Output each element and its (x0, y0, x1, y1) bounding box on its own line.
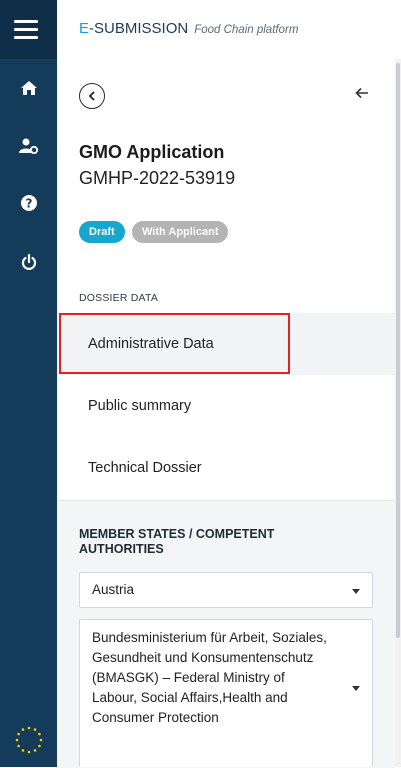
authority-select[interactable]: Bundesministerium für Arbeit, Soziales, … (79, 619, 373, 767)
brand-prefix: E (79, 20, 90, 37)
menu-icon (14, 20, 38, 44)
status-badge-with-applicant: With Applicant (132, 221, 229, 243)
top-header: E-SUBMISSION Food Chain platform (57, 0, 401, 60)
brand-name: -SUBMISSION (89, 20, 189, 37)
arrow-left-icon[interactable] (355, 87, 369, 99)
brand-tagline: Food Chain platform (194, 24, 299, 36)
power-icon[interactable] (0, 254, 57, 271)
chevron-left-icon (88, 91, 95, 101)
home-icon[interactable] (0, 80, 57, 96)
app-brand[interactable]: E-SUBMISSION Food Chain platform (79, 20, 298, 37)
application-id: GMHP-2022-53919 (79, 168, 236, 188)
country-select[interactable]: Austria (79, 572, 373, 608)
svg-text:?: ? (25, 197, 32, 211)
caret-down-icon (352, 686, 360, 691)
dossier-section-label: DOSSIER DATA (79, 292, 159, 304)
user-settings-icon[interactable] (0, 138, 57, 154)
help-icon[interactable]: ? (0, 195, 57, 211)
authority-value: Bundesministerium für Arbeit, Soziales, … (92, 630, 327, 725)
nav-item-technical-dossier[interactable]: Technical Dossier (57, 437, 395, 499)
application-panel: GMO Application GMHP-2022-53919 Draft Wi… (57, 59, 395, 768)
nav-item-administrative-data[interactable]: Administrative Data (57, 313, 395, 375)
collapse-button[interactable] (79, 83, 105, 109)
scrollbar-thumb[interactable] (396, 63, 400, 638)
eu-stars-icon (15, 726, 43, 754)
menu-button[interactable] (0, 0, 57, 59)
member-states-title: MEMBER STATES / COMPETENT AUTHORITIES (79, 527, 275, 556)
country-value: Austria (92, 582, 135, 597)
status-badge-draft: Draft (79, 221, 125, 243)
side-rail: ? (0, 0, 57, 767)
nav-item-public-summary[interactable]: Public summary (57, 375, 395, 437)
caret-down-icon (352, 589, 360, 594)
application-title: GMO Application (79, 142, 225, 162)
panel-scrollbar[interactable] (395, 59, 401, 767)
